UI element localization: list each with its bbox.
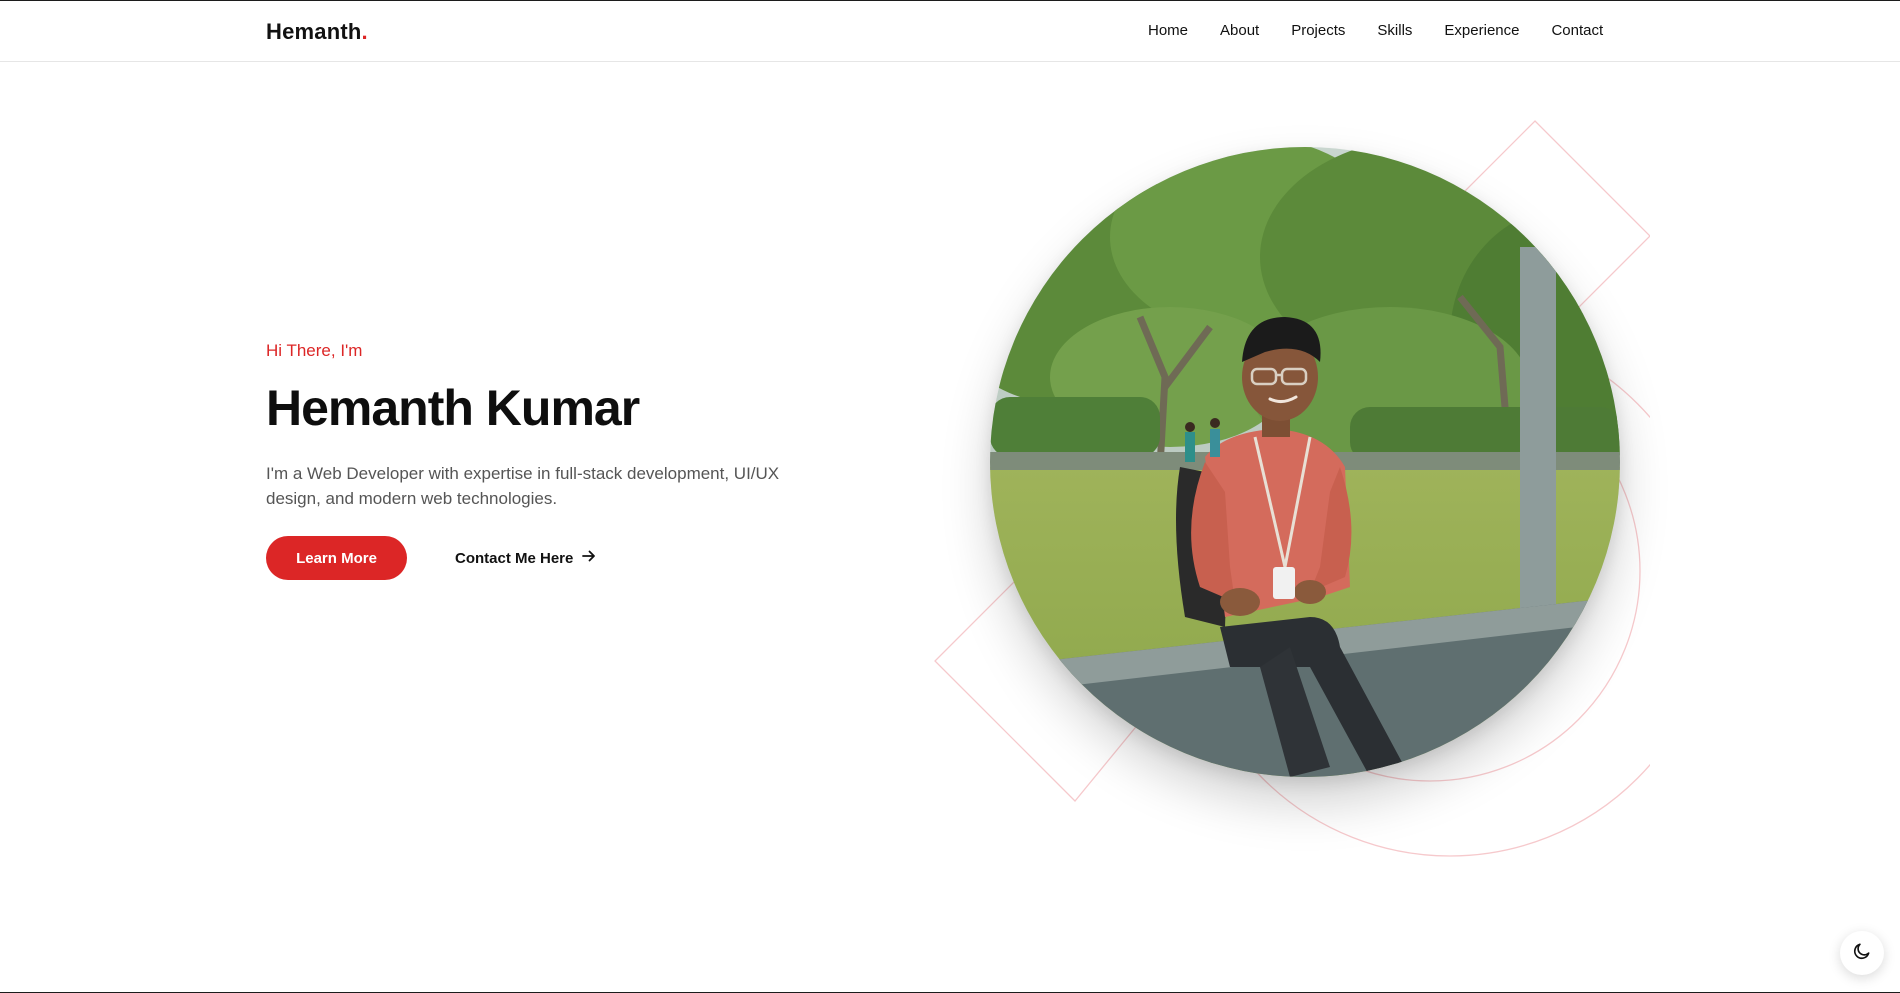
moon-icon [1852,941,1872,966]
theme-toggle-button[interactable] [1840,931,1884,975]
portfolio-page: Hemanth. Home About Projects Skills Expe… [0,0,1900,993]
profile-photo [990,147,1620,777]
